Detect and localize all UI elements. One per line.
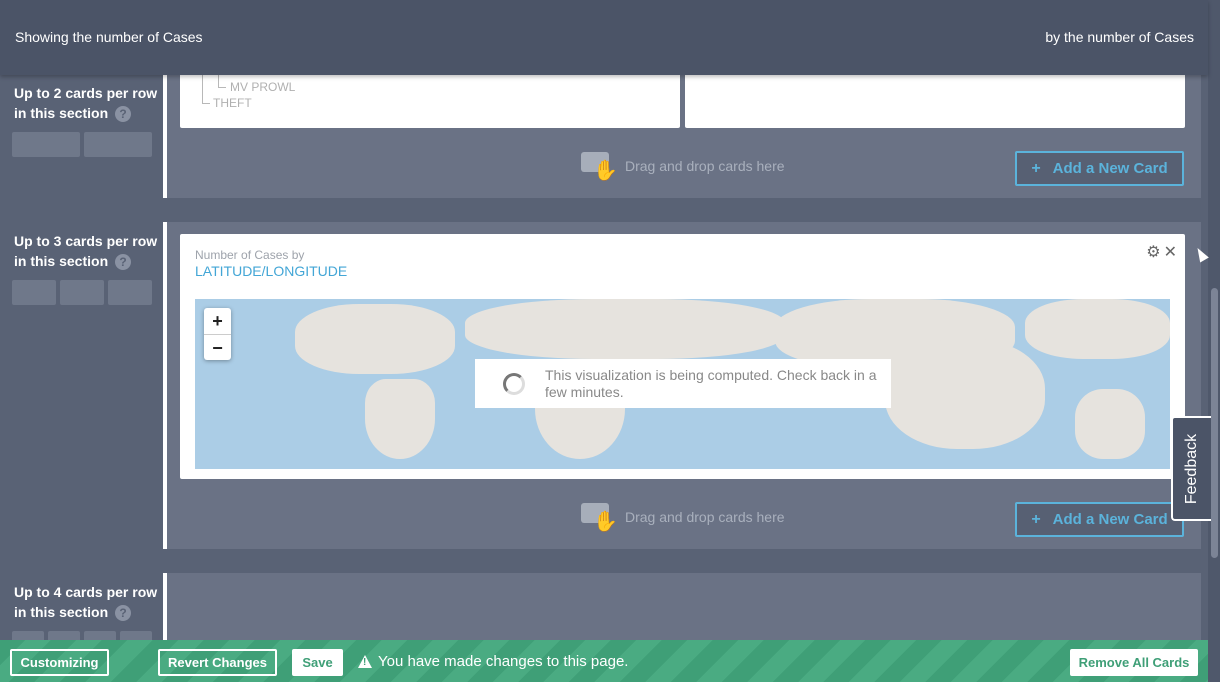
plus-icon: + — [1031, 159, 1041, 177]
section-three-cards: Number of Cases by LATITUDE/LONGITUDE ⚙ … — [163, 222, 1201, 549]
layout-button-half[interactable] — [84, 132, 152, 157]
zoom-in-button[interactable]: + — [204, 308, 231, 334]
computing-overlay: This visualization is being computed. Ch… — [475, 359, 891, 408]
landmass — [885, 339, 1045, 449]
drop-zone-label: Drag and drop cards here — [625, 509, 785, 525]
scrollbar[interactable] — [1208, 0, 1220, 682]
landmass — [465, 299, 785, 359]
feedback-tab[interactable]: Feedback — [1171, 416, 1211, 521]
tree-item: MV PROWL — [230, 80, 296, 94]
edit-mode-bar: Customizing Revert Changes Save You have… — [0, 640, 1208, 682]
warning-icon — [358, 655, 372, 668]
tree-item: THEFT — [213, 96, 252, 110]
changes-warning: You have made changes to this page. — [358, 653, 628, 670]
section-label-three-cards: Up to 3 cards per row in this section ? — [14, 233, 158, 271]
section-two-cards: MV PROWL THEFT ✋ Drag and drop cards her… — [163, 60, 1201, 198]
zoom-out-button[interactable]: − — [204, 334, 231, 360]
help-icon[interactable]: ? — [115, 106, 132, 123]
card-subtitle: Number of Cases by — [195, 248, 305, 262]
tree-connector — [202, 74, 210, 104]
loading-spinner-icon — [503, 372, 525, 395]
help-icon[interactable]: ? — [115, 605, 132, 622]
drag-hand-icon: ✋ — [581, 503, 618, 533]
layout-button-third[interactable] — [60, 280, 104, 305]
layout-button-half[interactable] — [12, 132, 80, 157]
close-icon[interactable]: ✕ — [1164, 242, 1177, 262]
scrollbar-thumb[interactable] — [1211, 288, 1218, 558]
map-card[interactable]: Number of Cases by LATITUDE/LONGITUDE ⚙ … — [180, 234, 1185, 479]
card-title-link[interactable]: LATITUDE/LONGITUDE — [195, 263, 347, 279]
header-bar: Showing the number of Cases by the numbe… — [0, 0, 1208, 75]
add-new-card-button[interactable]: + Add a New Card — [1015, 502, 1184, 537]
drag-hand-icon: ✋ — [581, 152, 618, 182]
layout-button-third[interactable] — [108, 280, 152, 305]
add-new-card-button[interactable]: + Add a New Card — [1015, 151, 1184, 186]
landmass — [365, 379, 435, 459]
drop-zone[interactable]: ✋ Drag and drop cards here — [581, 152, 785, 182]
layout-button-third[interactable] — [12, 280, 56, 305]
help-icon[interactable]: ? — [115, 254, 132, 271]
computing-message: This visualization is being computed. Ch… — [545, 366, 877, 400]
save-button[interactable]: Save — [292, 649, 343, 676]
landmass — [1075, 389, 1145, 459]
revert-changes-button[interactable]: Revert Changes — [158, 649, 277, 676]
customizing-button[interactable]: Customizing — [10, 649, 109, 676]
plus-icon: + — [1031, 510, 1041, 528]
drop-zone[interactable]: ✋ Drag and drop cards here — [581, 503, 785, 533]
section-four-cards — [163, 573, 1201, 643]
map-view[interactable]: + − This visualization is being computed… — [195, 299, 1170, 469]
landmass — [295, 304, 455, 374]
zoom-control: + − — [204, 308, 231, 360]
section-label-four-cards: Up to 4 cards per row in this section ? — [14, 584, 158, 622]
landmass — [1025, 299, 1170, 359]
gear-icon[interactable]: ⚙ — [1146, 242, 1160, 262]
drop-zone-label: Drag and drop cards here — [625, 158, 785, 174]
header-right-text: by the number of Cases — [1045, 29, 1194, 45]
section-label-two-cards: Up to 2 cards per row in this section ? — [14, 85, 158, 123]
header-left-text: Showing the number of Cases — [15, 29, 203, 45]
remove-all-cards-button[interactable]: Remove All Cards — [1070, 649, 1198, 676]
